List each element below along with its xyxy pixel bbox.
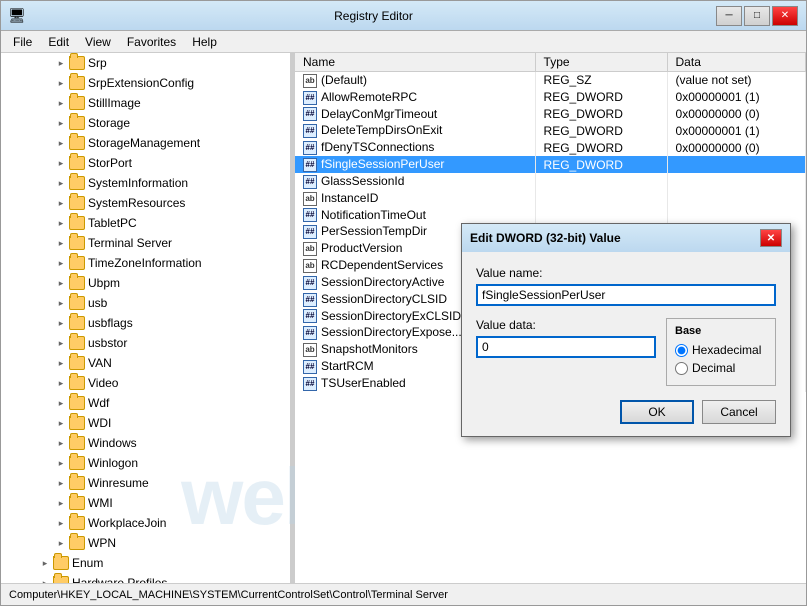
value-name-input[interactable]: [476, 284, 776, 306]
status-text: Computer\HKEY_LOCAL_MACHINE\SYSTEM\Curre…: [9, 589, 448, 601]
value-data-input[interactable]: [476, 336, 656, 358]
title-bar: 🖥 Registry Editor ─ □ ✕: [1, 1, 806, 31]
menu-file[interactable]: File: [5, 33, 40, 51]
maximize-button[interactable]: □: [744, 6, 770, 26]
window-title: Registry Editor: [31, 9, 716, 23]
value-data-section: Value data:: [476, 318, 656, 358]
window-controls: ─ □ ✕: [716, 6, 798, 26]
main-content: web hosting ▸ Srp ▸ SrpExtensionConfig ▸…: [1, 53, 806, 583]
hexadecimal-option[interactable]: Hexadecimal: [675, 343, 767, 357]
menu-bar: File Edit View Favorites Help: [1, 31, 806, 53]
app-icon: 🖥: [9, 8, 25, 24]
close-button[interactable]: ✕: [772, 6, 798, 26]
value-data-label: Value data:: [476, 318, 656, 332]
ok-button[interactable]: OK: [620, 400, 694, 424]
menu-help[interactable]: Help: [184, 33, 225, 51]
dialog-buttons: OK Cancel: [476, 400, 776, 424]
status-bar: Computer\HKEY_LOCAL_MACHINE\SYSTEM\Curre…: [1, 583, 806, 605]
registry-editor-window: 🖥 Registry Editor ─ □ ✕ File Edit View F…: [0, 0, 807, 606]
decimal-radio[interactable]: [675, 362, 688, 375]
menu-favorites[interactable]: Favorites: [119, 33, 184, 51]
dialog-title: Edit DWORD (32-bit) Value: [470, 231, 760, 245]
hexadecimal-label: Hexadecimal: [692, 343, 761, 357]
minimize-button[interactable]: ─: [716, 6, 742, 26]
dialog-body: Value name: Value data: Base Hexadecimal: [462, 252, 790, 436]
dialog-data-row: Value data: Base Hexadecimal Decim: [476, 318, 776, 386]
dialog-close-button[interactable]: ✕: [760, 229, 782, 247]
hexadecimal-radio[interactable]: [675, 344, 688, 357]
dialog-title-bar: Edit DWORD (32-bit) Value ✕: [462, 224, 790, 252]
cancel-button[interactable]: Cancel: [702, 400, 776, 424]
decimal-label: Decimal: [692, 361, 735, 375]
value-name-label: Value name:: [476, 266, 776, 280]
base-label: Base: [675, 325, 767, 337]
edit-dword-dialog: Edit DWORD (32-bit) Value ✕ Value name: …: [461, 223, 791, 437]
menu-view[interactable]: View: [77, 33, 119, 51]
dialog-overlay: Edit DWORD (32-bit) Value ✕ Value name: …: [1, 53, 806, 583]
menu-edit[interactable]: Edit: [40, 33, 77, 51]
base-group: Base Hexadecimal Decimal: [666, 318, 776, 386]
decimal-option[interactable]: Decimal: [675, 361, 767, 375]
